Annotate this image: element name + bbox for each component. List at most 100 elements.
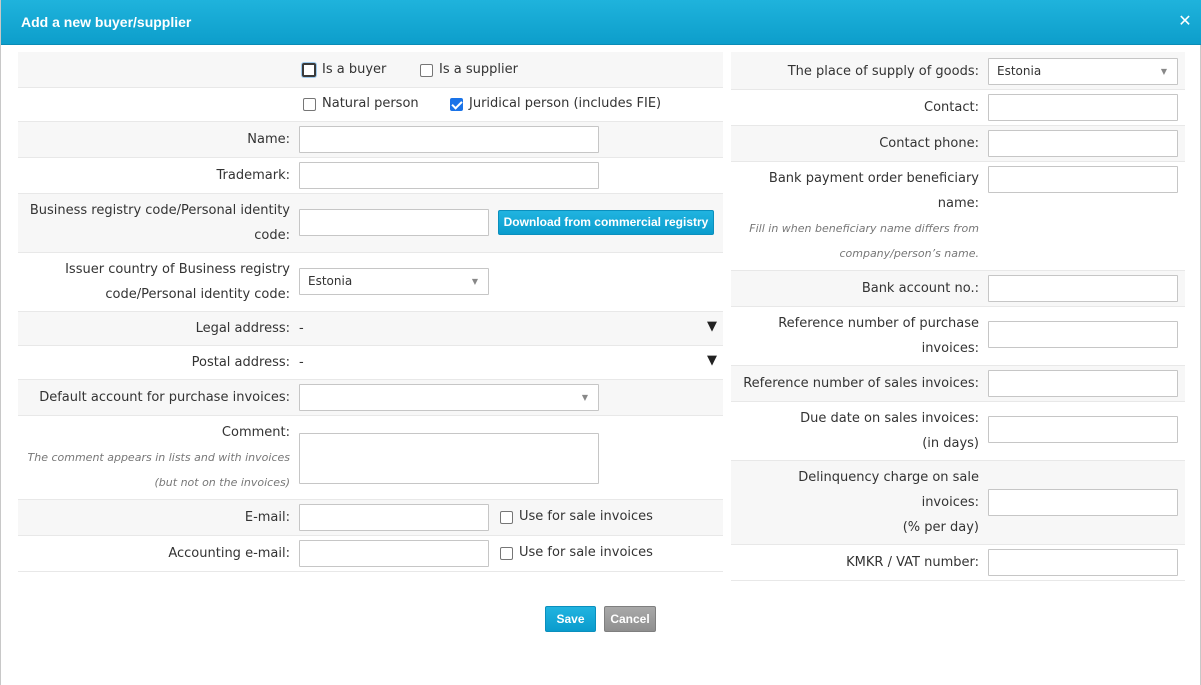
trademark-input[interactable]	[299, 162, 599, 189]
natural-person-checkbox[interactable]: Natural person	[303, 96, 419, 112]
ref-purchase-row: Reference number of purchase invoices:	[731, 307, 1185, 366]
expand-triangle-icon[interactable]: ▼	[707, 353, 717, 368]
contact-input[interactable]	[988, 94, 1178, 121]
expand-triangle-icon[interactable]: ▼	[707, 319, 717, 334]
comment-hint-line1: The comment appears in lists and with in…	[27, 451, 290, 464]
issuer-country-row: Issuer country of Business registry code…	[18, 253, 723, 312]
due-date-label-line1: Due date on sales invoices:	[800, 411, 979, 426]
accounting-email-use-sale-checkbox[interactable]: Use for sale invoices	[500, 545, 653, 561]
natural-person-label: Natural person	[322, 96, 419, 111]
email-use-sale-box[interactable]	[500, 510, 513, 524]
vat-number-label: KMKR / VAT number:	[846, 555, 979, 570]
comment-label: Comment:	[221, 425, 290, 440]
add-buyer-supplier-dialog: Add a new buyer/supplier ✕ Is a buyer Is…	[0, 0, 1201, 685]
save-button[interactable]: Save	[545, 606, 596, 632]
ref-purchase-input[interactable]	[988, 321, 1178, 348]
ref-purchase-label-line2: invoices:	[921, 341, 979, 356]
contact-phone-row: Contact phone:	[731, 126, 1185, 162]
supply-place-label: The place of supply of goods:	[787, 64, 979, 79]
name-input[interactable]	[299, 126, 599, 153]
role-row: Is a buyer Is a supplier	[18, 52, 723, 88]
bank-account-row: Bank account no.:	[731, 271, 1185, 307]
trademark-row: Trademark:	[18, 158, 723, 194]
contact-phone-label: Contact phone:	[879, 136, 979, 151]
accounting-email-input[interactable]	[299, 540, 489, 567]
due-date-label-line2: (in days)	[922, 436, 979, 451]
default-account-select[interactable]: ▼	[299, 384, 599, 411]
comment-hint-line2: (but not on the invoices)	[154, 476, 290, 489]
accounting-email-use-sale-box[interactable]	[500, 546, 513, 560]
issuer-label-line1: Issuer country of Business registry	[65, 262, 290, 277]
beneficiary-label-line1: Bank payment order beneficiary	[768, 171, 979, 186]
ref-sales-label: Reference number of sales invoices:	[743, 376, 979, 391]
comment-textarea[interactable]	[299, 433, 599, 484]
juridical-person-label: Juridical person (includes FIE)	[469, 96, 662, 111]
regcode-row: Business registry code/Personal identity…	[18, 194, 723, 253]
delinquency-row: Delinquency charge on sale invoices: (% …	[731, 461, 1185, 545]
dialog-title: Add a new buyer/supplier	[21, 14, 192, 30]
accounting-email-use-sale-label: Use for sale invoices	[519, 545, 653, 560]
juridical-person-checkbox[interactable]: Juridical person (includes FIE)	[450, 96, 661, 112]
contact-row: Contact:	[731, 90, 1185, 126]
close-icon[interactable]: ✕	[1176, 12, 1194, 30]
comment-row: Comment: The comment appears in lists an…	[18, 416, 723, 500]
postal-address-value: -	[299, 355, 304, 370]
left-column: Is a buyer Is a supplier Natural person …	[18, 52, 723, 572]
beneficiary-input[interactable]	[988, 166, 1178, 193]
accounting-email-label: Accounting e-mail:	[168, 546, 290, 561]
is-buyer-label: Is a buyer	[322, 62, 387, 77]
beneficiary-label-line2: name:	[937, 196, 979, 211]
beneficiary-row: Bank payment order beneficiary name: Fil…	[731, 162, 1185, 271]
default-account-label: Default account for purchase invoices:	[39, 390, 290, 405]
beneficiary-hint-line2: company/person’s name.	[839, 247, 979, 260]
chevron-down-icon: ▼	[1160, 67, 1167, 76]
regcode-input[interactable]	[299, 209, 489, 236]
issuer-country-value: Estonia	[308, 274, 353, 288]
email-row: E-mail: Use for sale invoices	[18, 500, 723, 536]
is-supplier-label: Is a supplier	[439, 62, 518, 77]
issuer-country-select[interactable]: Estonia ▼	[299, 268, 489, 295]
legal-address-label: Legal address:	[195, 321, 290, 336]
ref-purchase-label-line1: Reference number of purchase	[778, 316, 979, 331]
is-buyer-checkbox[interactable]: Is a buyer	[302, 62, 386, 78]
chevron-down-icon: ▼	[471, 277, 478, 286]
regcode-label-line1: Business registry code/Personal identity	[29, 203, 290, 218]
supply-place-value: Estonia	[997, 64, 1042, 78]
email-use-sale-label: Use for sale invoices	[519, 509, 653, 524]
download-registry-button[interactable]: Download from commercial registry	[498, 210, 714, 235]
regcode-label-line2: code:	[254, 228, 290, 243]
is-buyer-box[interactable]	[302, 63, 316, 77]
natural-person-box[interactable]	[303, 97, 316, 111]
ref-sales-input[interactable]	[988, 370, 1178, 397]
delinquency-input[interactable]	[988, 489, 1178, 516]
ref-sales-row: Reference number of sales invoices:	[731, 366, 1185, 402]
supply-place-row: The place of supply of goods: Estonia ▼	[731, 52, 1185, 90]
email-input[interactable]	[299, 504, 489, 531]
name-label: Name:	[247, 132, 290, 147]
legal-address-value: -	[299, 321, 304, 336]
person-type-row: Natural person Juridical person (include…	[18, 88, 723, 122]
email-use-sale-checkbox[interactable]: Use for sale invoices	[500, 509, 653, 525]
email-label: E-mail:	[244, 510, 290, 525]
vat-number-row: KMKR / VAT number:	[731, 545, 1185, 581]
legal-address-row[interactable]: Legal address: - ▼	[18, 312, 723, 346]
bank-account-label: Bank account no.:	[861, 281, 979, 296]
delinquency-label-line1: Delinquency charge on sale	[798, 470, 979, 485]
is-supplier-box[interactable]	[420, 63, 433, 77]
delinquency-label-line2: invoices:	[921, 495, 979, 510]
contact-phone-input[interactable]	[988, 130, 1178, 157]
due-date-input[interactable]	[988, 416, 1178, 443]
vat-number-input[interactable]	[988, 549, 1178, 576]
delinquency-label-line3: (% per day)	[902, 520, 979, 535]
bank-account-input[interactable]	[988, 275, 1178, 302]
trademark-label: Trademark:	[216, 168, 290, 183]
is-supplier-checkbox[interactable]: Is a supplier	[420, 62, 518, 78]
supply-place-select[interactable]: Estonia ▼	[988, 58, 1178, 85]
dialog-titlebar: Add a new buyer/supplier ✕	[1, 0, 1201, 45]
beneficiary-hint-line1: Fill in when beneficiary name differs fr…	[749, 222, 979, 235]
juridical-person-box[interactable]	[450, 97, 463, 111]
due-date-row: Due date on sales invoices: (in days)	[731, 402, 1185, 461]
default-account-row: Default account for purchase invoices: ▼	[18, 380, 723, 416]
cancel-button[interactable]: Cancel	[604, 606, 656, 632]
postal-address-row[interactable]: Postal address: - ▼	[18, 346, 723, 380]
